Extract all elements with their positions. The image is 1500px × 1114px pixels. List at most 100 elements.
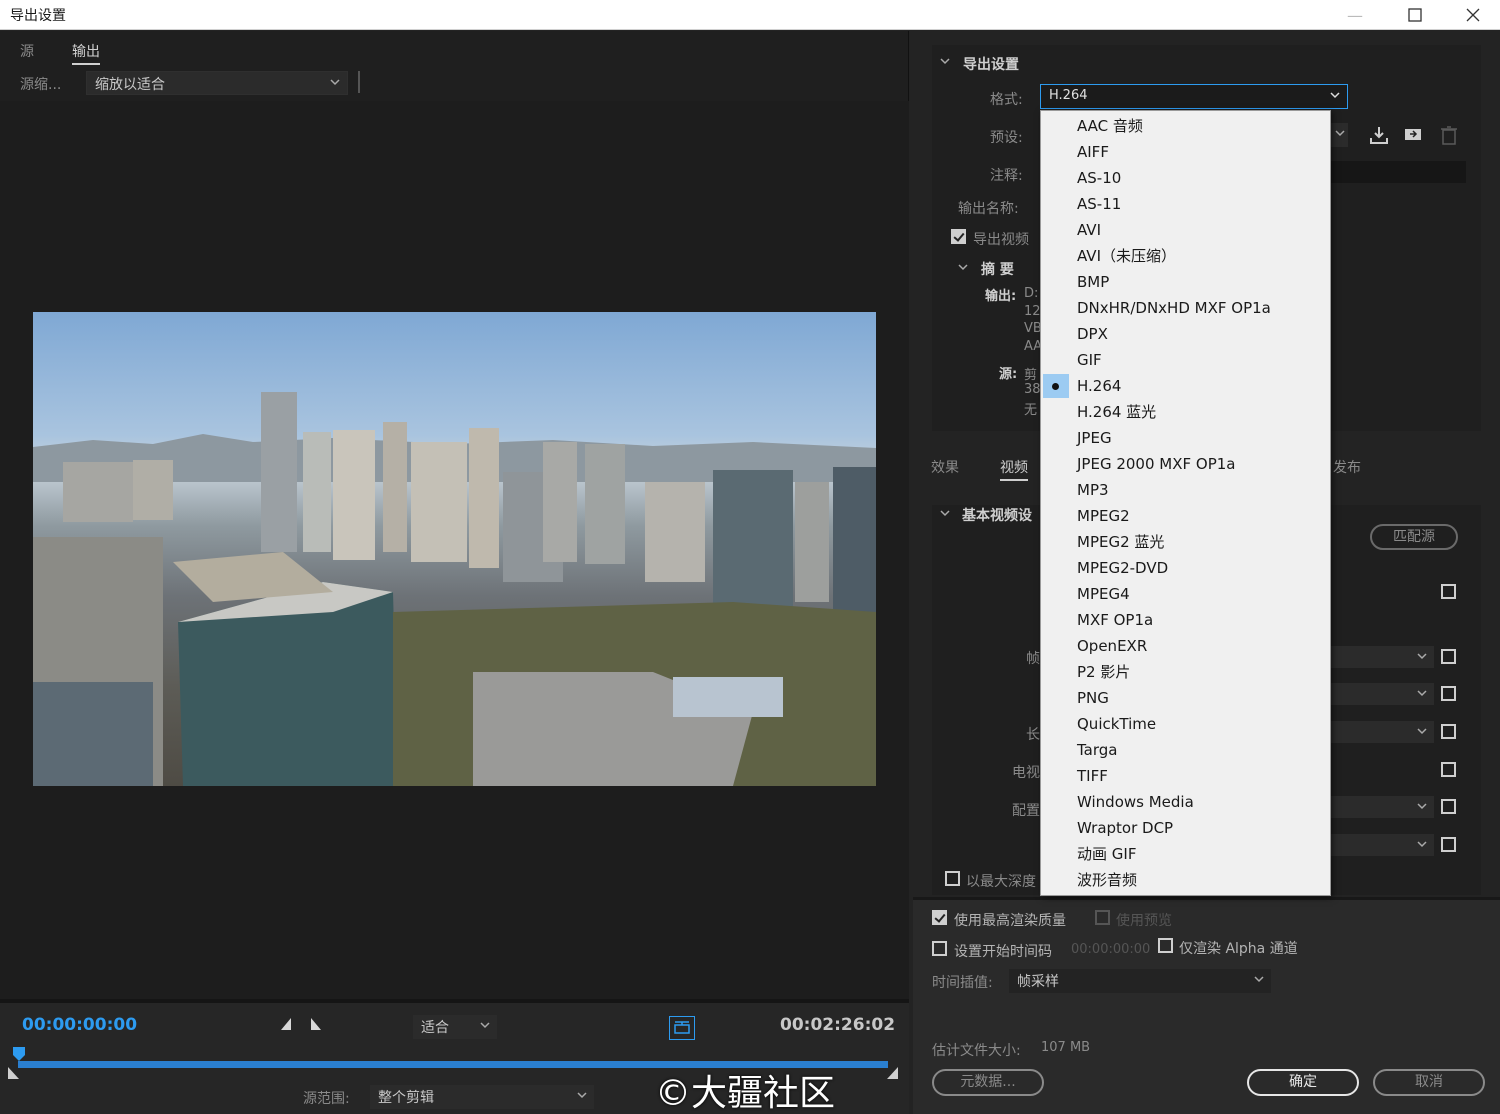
comment-label: 注释: [990,168,1023,184]
tab-effects[interactable]: 效果 [931,457,959,477]
max-depth-checkbox[interactable] [945,871,960,886]
chevron-down-icon [1417,690,1427,697]
timecode-end: 00:02:26:02 [780,1015,896,1035]
collapse-caret-icon[interactable] [958,262,968,272]
comment-input[interactable] [1330,161,1466,183]
tab-source[interactable]: 源 [20,41,34,61]
format-option[interactable]: MPEG2 [1041,503,1330,529]
chevron-down-icon [480,1022,490,1029]
format-option[interactable]: AS-10 [1041,165,1330,191]
minimize-button[interactable]: — [1326,0,1384,30]
format-option[interactable]: MXF OP1a [1041,607,1330,633]
video-option-select[interactable] [1330,834,1434,856]
summary-source-label: 源: [999,367,1018,382]
row-label: 配置 [1012,803,1040,819]
chevron-down-icon [1417,841,1427,848]
video-option-checkbox[interactable] [1441,799,1456,814]
start-timecode-value[interactable]: 00:00:00:00 [1071,942,1150,957]
format-option[interactable]: Windows Media [1041,789,1330,815]
format-option[interactable]: JPEG [1041,425,1330,451]
metadata-button[interactable]: 元数据... [932,1069,1044,1096]
match-source-button[interactable]: 匹配源 [1370,524,1458,550]
format-option[interactable]: 波形音频 [1041,867,1330,893]
video-option-checkbox[interactable] [1441,686,1456,701]
preset-label: 预设: [990,130,1023,146]
delete-preset-icon[interactable] [1438,124,1460,146]
format-option[interactable]: AVI（未压缩） [1041,243,1330,269]
format-option[interactable]: H.264 [1041,373,1330,399]
format-option[interactable]: MPEG2-DVD [1041,555,1330,581]
collapse-caret-icon[interactable] [940,508,950,518]
chevron-down-icon [1254,976,1264,983]
mark-out-button[interactable] [311,1018,321,1030]
source-range-select[interactable]: 整个剪辑 [370,1085,594,1109]
max-render-quality-checkbox[interactable] [932,910,947,925]
video-option-checkbox[interactable] [1441,649,1456,664]
video-option-select[interactable] [1330,796,1434,818]
format-option[interactable]: P2 影片 [1041,659,1330,685]
timecode-start[interactable]: 00:00:00:00 [22,1015,137,1035]
video-option-checkbox[interactable] [1441,584,1456,599]
save-preset-icon[interactable] [1368,124,1390,146]
video-option-select[interactable] [1330,683,1434,705]
format-select[interactable]: H.264 [1040,84,1348,109]
import-preset-icon[interactable] [1402,124,1424,146]
video-option-checkbox[interactable] [1441,762,1456,777]
format-option[interactable]: MPEG2 蓝光 [1041,529,1330,555]
video-option-select[interactable] [1330,646,1434,668]
cancel-button[interactable]: 取消 [1373,1069,1485,1096]
render-alpha-checkbox[interactable] [1158,938,1173,953]
export-video-checkbox[interactable] [951,229,966,244]
tab-output[interactable]: 输出 [72,41,100,65]
range-start-handle[interactable] [8,1067,19,1079]
format-option[interactable]: GIF [1041,347,1330,373]
maximize-button[interactable] [1386,0,1444,30]
summary-source-line: 无 [1024,403,1038,418]
source-scale-select[interactable]: 缩放以适合 [86,71,348,95]
row-label: 帧 [1026,651,1040,667]
left-tabs: 源 输出 [0,31,909,67]
format-option[interactable]: H.264 蓝光 [1041,399,1330,425]
chevron-down-icon [1417,653,1427,660]
format-option[interactable]: AVI [1041,217,1330,243]
ok-button[interactable]: 确定 [1247,1069,1359,1096]
video-option-checkbox[interactable] [1441,837,1456,852]
range-end-handle[interactable] [887,1067,898,1079]
format-option[interactable]: QuickTime [1041,711,1330,737]
format-option[interactable]: AS-11 [1041,191,1330,217]
preset-select[interactable] [1328,123,1348,147]
time-interpolation-value: 帧采样 [1017,974,1059,990]
estimated-size-value: 107 MB [1041,1040,1091,1055]
playhead-icon[interactable] [12,1047,26,1061]
close-button[interactable] [1444,0,1500,30]
format-option[interactable]: BMP [1041,269,1330,295]
format-option[interactable]: OpenEXR [1041,633,1330,659]
format-option[interactable]: MPEG4 [1041,581,1330,607]
zoom-select[interactable]: 适合 [413,1015,497,1039]
format-option[interactable]: AAC 音频 [1041,113,1330,139]
set-start-timecode-checkbox[interactable] [932,941,947,956]
video-option-select[interactable] [1330,721,1434,743]
format-option[interactable]: Targa [1041,737,1330,763]
chevron-down-icon [1335,130,1345,137]
format-option[interactable]: MP3 [1041,477,1330,503]
format-option[interactable]: DNxHR/DNxHD MXF OP1a [1041,295,1330,321]
collapse-caret-icon[interactable] [940,56,950,66]
format-option[interactable]: TIFF [1041,763,1330,789]
video-option-checkbox[interactable] [1441,724,1456,739]
format-option[interactable]: DPX [1041,321,1330,347]
format-option[interactable]: PNG [1041,685,1330,711]
use-preview-checkbox[interactable] [1095,910,1110,925]
tab-publish[interactable]: 发布 [1333,457,1361,477]
tab-video[interactable]: 视频 [1000,457,1028,481]
mark-in-button[interactable] [281,1018,291,1030]
format-option[interactable]: Wraptor DCP [1041,815,1330,841]
format-option[interactable]: AIFF [1041,139,1330,165]
time-interpolation-select[interactable]: 帧采样 [1009,969,1271,993]
format-option[interactable]: 动画 GIF [1041,841,1330,867]
aspect-ratio-button[interactable] [669,1016,695,1040]
summary-source-line: 剪 [1024,368,1038,383]
format-option[interactable]: JPEG 2000 MXF OP1a [1041,451,1330,477]
set-start-timecode-label: 设置开始时间码 [954,944,1052,960]
export-video-label: 导出视频 [973,232,1029,248]
